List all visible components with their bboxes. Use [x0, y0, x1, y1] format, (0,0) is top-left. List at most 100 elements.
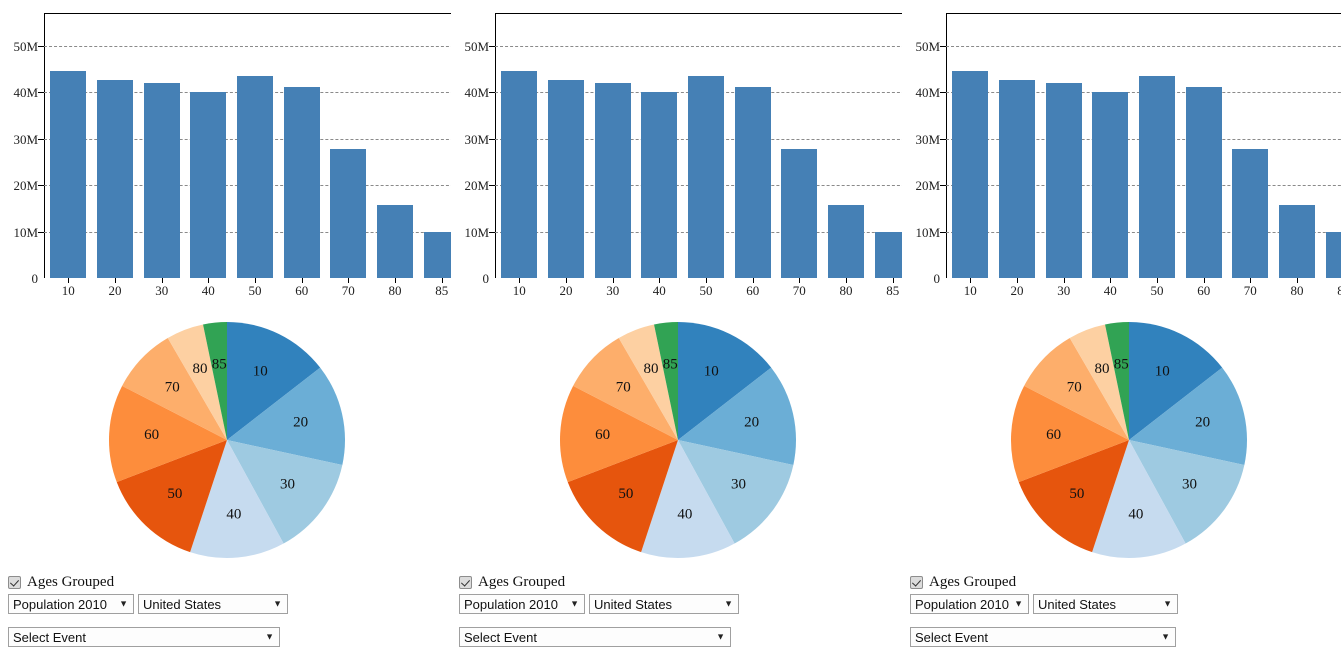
chevron-down-icon: ▼ [724, 598, 733, 609]
pie-slice-label: 30 [280, 477, 295, 493]
dataset-select[interactable]: Population 2010 ▼ [8, 594, 134, 614]
bar-chart-x-tick-label: 85 [1337, 283, 1341, 298]
bar[interactable] [283, 86, 320, 278]
bar[interactable] [50, 71, 87, 278]
bar[interactable] [1232, 148, 1269, 278]
bar[interactable] [190, 92, 227, 278]
bar[interactable] [827, 205, 865, 278]
chart-panel: 010M20M30M40M50M102030405060708085102030… [902, 0, 1341, 651]
bar[interactable] [1138, 76, 1176, 278]
ages-grouped-checkbox[interactable] [459, 575, 472, 589]
bar-chart-y-tickmark [940, 45, 946, 47]
bar-chart-y-tickmark [940, 138, 946, 140]
event-select[interactable]: Select Event ▼ [8, 627, 280, 647]
bar[interactable] [1278, 205, 1316, 278]
bar[interactable] [1185, 86, 1222, 278]
bar-chart-x-tick-label: 10 [61, 283, 75, 298]
pie-slice-label: 30 [731, 477, 746, 493]
bar-chart-y-tick-label: 10M [915, 224, 940, 240]
pie-slice-label: 10 [1155, 364, 1170, 380]
age-distribution-bar-chart: 0 10M 20M 30M 40M 50M 10 20 30 40 50 60 70 80 85 [902, 0, 1341, 310]
ages-grouped-checkbox[interactable] [910, 575, 923, 589]
geography-select-value: United States [143, 596, 222, 612]
bar[interactable] [423, 231, 451, 278]
bar-chart-x-tick-label: 60 [1197, 283, 1211, 298]
dataset-geography-row: Population 2010 ▼ United States ▼ [8, 594, 448, 614]
bar[interactable] [874, 231, 902, 278]
bar[interactable] [998, 79, 1036, 278]
age-distribution-bar-chart: 0 10M 20M 30M 40M 50M 10 20 30 40 50 60 70 80 85 [0, 0, 451, 310]
bar-chart-y-tick-label: 20M [13, 178, 38, 194]
bar-chart-y-tickmark [38, 138, 44, 140]
geography-select[interactable]: United States ▼ [138, 594, 288, 614]
pie-slice-label: 60 [595, 427, 610, 443]
ages-grouped-checkbox[interactable] [8, 575, 21, 589]
age-distribution-pie-chart-container: 10 20 30 40 50 60 70 80 85 [902, 312, 1341, 570]
dataset-select[interactable]: Population 2010 ▼ [459, 594, 585, 614]
geography-select[interactable]: United States ▼ [589, 594, 739, 614]
dataset-select[interactable]: Population 2010 ▼ [910, 594, 1029, 614]
pie-slice-label: 80 [644, 361, 659, 377]
ages-grouped-label: Ages Grouped [27, 573, 115, 590]
bar[interactable] [594, 83, 631, 278]
age-distribution-pie-chart: 10 20 30 40 50 60 70 80 85 [1009, 320, 1249, 560]
bar[interactable] [376, 205, 414, 278]
chevron-down-icon: ▼ [265, 631, 274, 642]
bar-chart-y-tickmark [940, 185, 946, 187]
bar-chart-x-tick-label: 60 [746, 283, 760, 298]
chart-panel: 010M20M30M40M50M102030405060708085102030… [0, 0, 451, 651]
pie-slice-label: 60 [144, 427, 159, 443]
bar-chart-x-tick-label: 30 [1057, 283, 1071, 298]
bar-chart-plot-area [45, 13, 451, 278]
bar[interactable] [96, 79, 134, 278]
bar-chart-x-tick-label: 20 [559, 283, 573, 298]
bar-chart-plot-area [947, 13, 1341, 278]
bar-chart-y-tickmark [38, 45, 44, 47]
pie-slice-label: 70 [165, 379, 180, 395]
bar-chart-x-tick-label: 80 [839, 283, 853, 298]
ages-grouped-label: Ages Grouped [929, 573, 1017, 590]
event-select-value: Select Event [915, 629, 988, 645]
bar[interactable] [687, 76, 725, 278]
pie-slice-label: 70 [616, 379, 631, 395]
bar-chart-x-tick-label: 60 [295, 283, 309, 298]
bar-chart-y-tick-label: 50M [915, 38, 940, 54]
pie-slice-label: 80 [1095, 361, 1110, 377]
bar-chart-y-tick-label: 0 [482, 271, 490, 286]
bar[interactable] [501, 71, 538, 278]
bar[interactable] [734, 86, 771, 278]
bar[interactable] [1045, 83, 1082, 278]
pie-slice-label: 85 [663, 356, 678, 372]
geography-select[interactable]: United States ▼ [1033, 594, 1178, 614]
age-distribution-pie-chart: 10 20 30 40 50 60 70 80 85 [558, 320, 798, 560]
bar-chart-x-tick-label: 80 [1290, 283, 1304, 298]
dataset-select-value: Population 2010 [464, 596, 558, 612]
chart-panel: 010M20M30M40M50M102030405060708085102030… [451, 0, 902, 651]
pie-slice-label: 10 [704, 364, 719, 380]
pie-slice-label: 20 [744, 415, 759, 431]
bar[interactable] [330, 148, 367, 278]
event-select[interactable]: Select Event ▼ [459, 627, 731, 647]
bar-chart-x-tick-label: 10 [512, 283, 526, 298]
bar[interactable] [547, 79, 585, 278]
bar-chart-y-tick-label: 40M [13, 85, 38, 101]
dataset-geography-row: Population 2010 ▼ United States ▼ [910, 594, 1341, 614]
bar-chart-plot-area [496, 13, 902, 278]
bar[interactable] [1325, 231, 1341, 278]
bar-chart-x-tick-label: 40 [652, 283, 666, 298]
bar[interactable] [1092, 92, 1129, 278]
age-distribution-bar-chart: 0 10M 20M 30M 40M 50M 10 20 30 40 50 60 70 80 85 [451, 0, 902, 310]
bar-chart-y-tick-label: 0 [933, 271, 941, 286]
bar-chart-x-tick-label: 50 [699, 283, 713, 298]
bar-chart-y-tickmark [489, 185, 495, 187]
bar[interactable] [641, 92, 678, 278]
bar[interactable] [952, 71, 989, 278]
event-row: Select Event ▼ [8, 627, 448, 647]
pie-slice-label: 50 [1069, 486, 1084, 502]
pie-slice-label: 85 [1114, 356, 1129, 372]
bar[interactable] [781, 148, 818, 278]
event-select[interactable]: Select Event ▼ [910, 627, 1176, 647]
bar-chart-y-tick-label: 30M [915, 131, 940, 147]
bar[interactable] [236, 76, 274, 278]
bar[interactable] [143, 83, 180, 278]
